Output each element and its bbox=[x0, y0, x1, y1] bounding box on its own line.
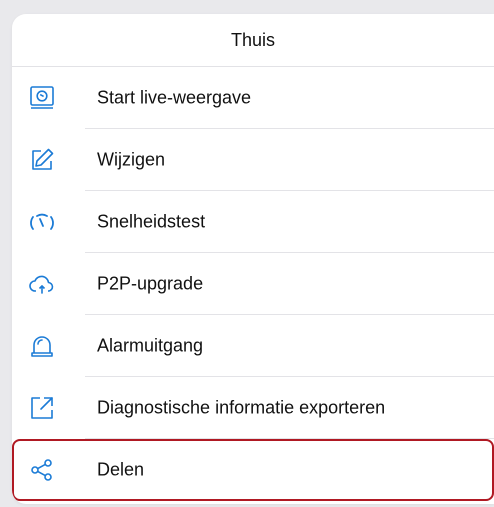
speedometer-icon bbox=[28, 208, 56, 236]
menu-item-label: Start live-weergave bbox=[97, 87, 252, 108]
action-sheet: Thuis Start live-weergave Wijzigen Snelh… bbox=[12, 14, 494, 504]
alarm-light-icon bbox=[28, 332, 56, 360]
menu-item-label: Diagnostische informatie exporteren bbox=[97, 397, 386, 418]
menu-item-label: Snelheidstest bbox=[97, 211, 206, 232]
menu-list: Start live-weergave Wijzigen Snelheidste… bbox=[12, 67, 494, 501]
sheet-title: Thuis bbox=[12, 14, 494, 67]
menu-item-label: Delen bbox=[97, 459, 145, 480]
menu-item-export-diagnostics[interactable]: Diagnostische informatie exporteren bbox=[12, 377, 494, 439]
cloud-upload-icon bbox=[28, 270, 56, 298]
menu-item-alarm-output[interactable]: Alarmuitgang bbox=[12, 315, 494, 377]
menu-item-edit[interactable]: Wijzigen bbox=[12, 129, 494, 191]
menu-item-live-view[interactable]: Start live-weergave bbox=[12, 67, 494, 129]
menu-item-label: Alarmuitgang bbox=[97, 335, 204, 356]
selection-highlight bbox=[12, 439, 494, 501]
menu-item-speed-test[interactable]: Snelheidstest bbox=[12, 191, 494, 253]
menu-item-p2p-upgrade[interactable]: P2P-upgrade bbox=[12, 253, 494, 315]
menu-item-label: Wijzigen bbox=[97, 149, 166, 170]
menu-item-label: P2P-upgrade bbox=[97, 273, 204, 294]
share-icon bbox=[28, 456, 56, 484]
live-view-icon bbox=[28, 84, 56, 112]
edit-icon bbox=[28, 146, 56, 174]
export-icon bbox=[28, 394, 56, 422]
menu-item-share[interactable]: Delen bbox=[12, 439, 494, 501]
